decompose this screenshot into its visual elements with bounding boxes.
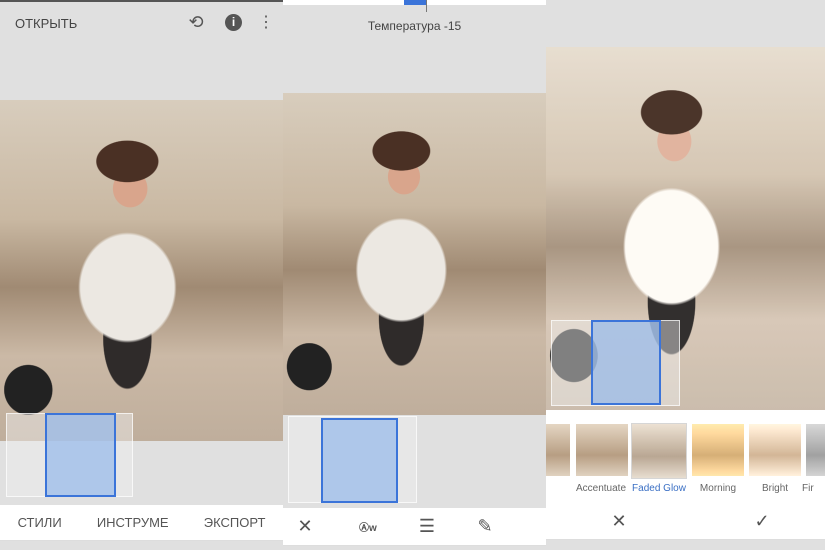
top-edge xyxy=(0,0,283,2)
eyedropper-icon[interactable]: ✎ xyxy=(475,516,495,537)
edit-toolbar: ✕ Ⓐw ☰ ✎ xyxy=(283,508,546,546)
close-icon[interactable]: ✕ xyxy=(608,511,630,532)
tab-tools[interactable]: ИНСТРУМЕ xyxy=(97,515,169,530)
photo-preview xyxy=(0,100,283,441)
filter-thumb[interactable] xyxy=(546,424,570,476)
panel-white-balance: Температура -15 ✕ Ⓐw ☰ ✎ xyxy=(283,0,546,550)
filter-thumb[interactable] xyxy=(576,424,628,476)
layers-undo-icon[interactable]: ⟲ xyxy=(185,12,207,33)
auto-white-balance-icon[interactable]: Ⓐw xyxy=(359,519,377,534)
filter-thumb[interactable] xyxy=(692,424,744,476)
panel-filters: p Accentuate Faded Glow Morning Bright F… xyxy=(546,0,825,550)
panel-main-screen: ОТКРЫТЬ ⟲ i ⋮ СТИЛИ ИНСТРУМЕ ЭКСПОРТ xyxy=(0,0,283,550)
adjustment-label: Температура -15 xyxy=(367,19,462,33)
slider-handle[interactable] xyxy=(426,0,427,12)
tab-styles[interactable]: СТИЛИ xyxy=(18,515,62,530)
open-button[interactable]: ОТКРЫТЬ xyxy=(15,16,77,31)
slider-fill xyxy=(404,0,426,5)
tab-export[interactable]: ЭКСПОРТ xyxy=(204,515,266,530)
photo-preview xyxy=(283,93,546,415)
filter-label-selected[interactable]: Faded Glow xyxy=(626,483,692,494)
more-vert-icon[interactable]: ⋮ xyxy=(258,12,274,32)
filter-thumb[interactable] xyxy=(749,424,801,476)
info-icon[interactable]: i xyxy=(225,14,242,31)
bottom-tabs: СТИЛИ ИНСТРУМЕ ЭКСПОРТ xyxy=(0,505,283,541)
navigator-viewport[interactable] xyxy=(45,413,116,497)
filter-label[interactable]: Accentuate xyxy=(568,483,634,494)
filter-label[interactable]: Bright xyxy=(742,483,808,494)
filter-label[interactable]: Fir xyxy=(802,483,825,494)
navigator-viewport[interactable] xyxy=(591,320,661,405)
check-icon[interactable]: ✓ xyxy=(751,511,773,532)
sliders-icon[interactable]: ☰ xyxy=(417,516,437,537)
filter-thumb[interactable] xyxy=(806,424,825,476)
navigator-viewport[interactable] xyxy=(321,418,398,503)
close-icon[interactable]: ✕ xyxy=(295,516,315,537)
filter-thumb-selected[interactable] xyxy=(631,423,687,479)
